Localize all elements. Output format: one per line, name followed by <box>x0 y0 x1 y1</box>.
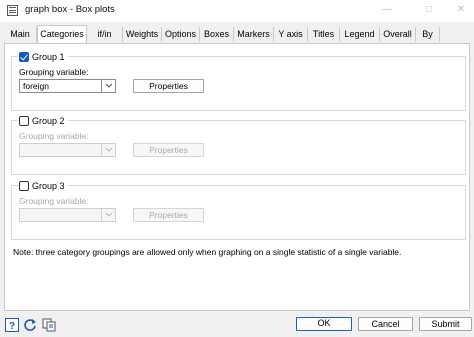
dialog-footer: ? OK Cancel Submit <box>0 312 474 337</box>
group-2-label: Group 2 <box>32 116 65 126</box>
group-3-label: Group 3 <box>32 181 65 191</box>
group-1-grouping-variable-combo[interactable]: foreign <box>19 79 116 93</box>
group-2-checkbox[interactable] <box>19 116 29 126</box>
tab-legend[interactable]: Legend <box>340 27 380 42</box>
group-2-box: Group 2 Grouping variable: Properties <box>11 115 466 175</box>
chevron-down-icon[interactable] <box>101 209 115 221</box>
maximize-button[interactable]: □ <box>420 3 438 17</box>
tab-main[interactable]: Main <box>4 27 37 42</box>
help-icon[interactable]: ? <box>5 318 19 332</box>
group-2-grouping-variable-combo[interactable] <box>19 143 116 157</box>
copy-icon[interactable] <box>42 318 56 332</box>
group-3-grouping-variable-combo[interactable] <box>19 208 116 222</box>
title-bar: graph box - Box plots — □ ✕ <box>0 0 474 22</box>
categories-panel: Group 1 Grouping variable: foreign Prope… <box>4 43 470 311</box>
tab-y-axis[interactable]: Y axis <box>274 27 308 42</box>
svg-text:?: ? <box>9 321 15 332</box>
minimize-button[interactable]: — <box>378 3 396 17</box>
group-1-box: Group 1 Grouping variable: foreign Prope… <box>11 51 466 111</box>
cancel-button[interactable]: Cancel <box>358 317 413 331</box>
tab-categories[interactable]: Categories <box>37 25 87 43</box>
ok-button[interactable]: OK <box>296 317 352 331</box>
group-1-header: Group 1 <box>18 51 68 63</box>
tab-weights[interactable]: Weights <box>123 27 162 42</box>
group-1-label: Group 1 <box>32 52 65 62</box>
tab-boxes[interactable]: Boxes <box>200 27 234 42</box>
tab-titles[interactable]: Titles <box>308 27 340 42</box>
group-1-grouping-variable-label: Grouping variable: <box>19 67 89 77</box>
tab-bar: Main Categories if/in Weights Options Bo… <box>0 25 474 43</box>
tab-overall[interactable]: Overall <box>380 27 416 42</box>
dialog-app-icon <box>7 5 18 16</box>
reset-icon[interactable] <box>23 318 37 332</box>
chevron-down-icon[interactable] <box>101 144 115 156</box>
close-button[interactable]: ✕ <box>452 3 470 17</box>
tab-markers[interactable]: Markers <box>234 27 274 42</box>
chevron-down-icon[interactable] <box>101 80 115 92</box>
group-3-properties-button[interactable]: Properties <box>133 208 204 222</box>
group-1-checkbox[interactable] <box>19 52 29 62</box>
tab-by[interactable]: By <box>416 27 440 42</box>
group-3-grouping-variable-label: Grouping variable: <box>19 196 89 206</box>
tab-options[interactable]: Options <box>162 27 200 42</box>
note-text: Note: three category groupings are allow… <box>13 247 402 257</box>
group-1-combo-value: foreign <box>23 81 49 91</box>
window-title: graph box - Box plots <box>25 4 115 15</box>
submit-button[interactable]: Submit <box>419 317 472 331</box>
group-2-grouping-variable-label: Grouping variable: <box>19 131 89 141</box>
group-1-properties-button[interactable]: Properties <box>133 79 204 93</box>
group-2-header: Group 2 <box>18 115 68 127</box>
group-2-properties-button[interactable]: Properties <box>133 143 204 157</box>
group-3-header: Group 3 <box>18 180 68 192</box>
group-3-box: Group 3 Grouping variable: Properties <box>11 180 466 240</box>
tab-if-in[interactable]: if/in <box>87 27 123 42</box>
group-3-checkbox[interactable] <box>19 181 29 191</box>
